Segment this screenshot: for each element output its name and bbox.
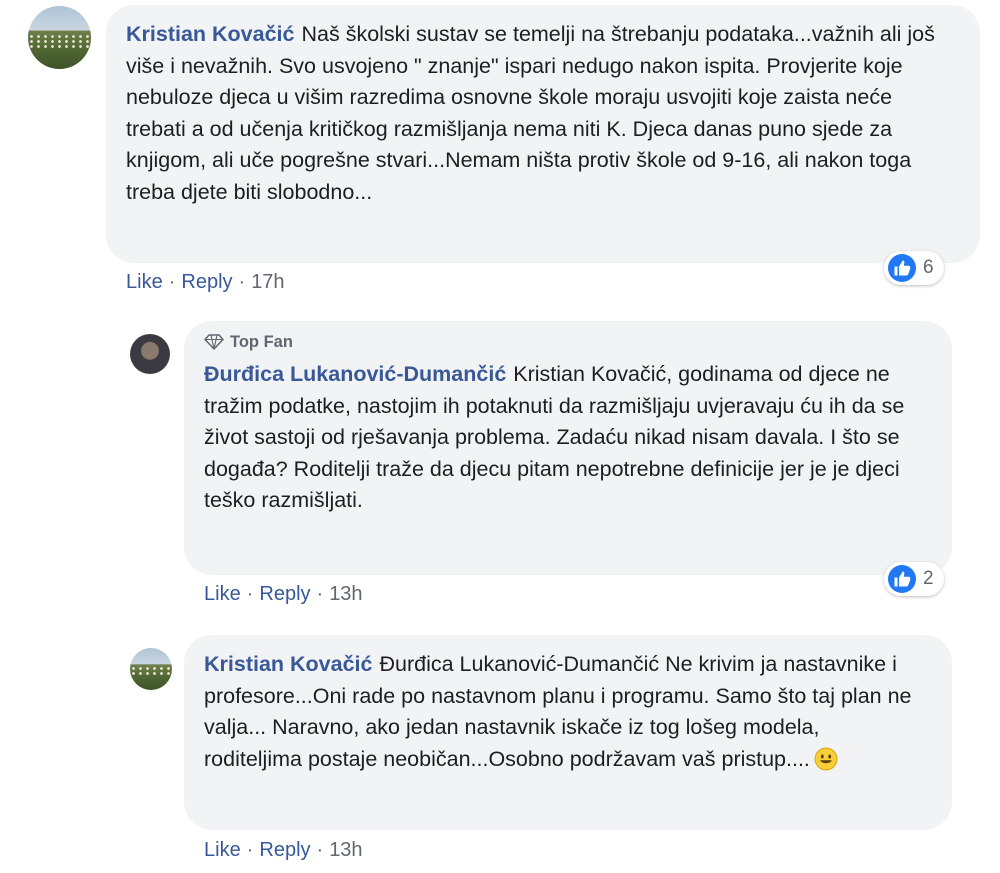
reply-button[interactable]: Reply [259,583,310,605]
comment-bubble: Kristian Kovačić Naš školski sustav se te… [106,5,980,263]
smiling-face-icon [814,747,838,781]
comment-bubble: Top Fan Đurđica Lukanović-Dumančić Kristi… [184,321,952,575]
comment-actions: Like · Reply · 13h [204,839,363,862]
comment-timestamp[interactable]: 13h [329,839,362,861]
comment-actions: Like · Reply · 17h [126,271,285,294]
like-button[interactable]: Like [204,839,241,861]
comment-actions: Like · Reply · 13h [204,583,363,606]
diamond-icon [204,334,224,350]
reply-button[interactable]: Reply [181,271,232,293]
separator: · [246,583,254,605]
comment-text: Naš školski sustav se temelji na štreban… [126,22,935,204]
reaction-summary[interactable]: 6 [884,251,944,285]
like-reaction-icon [888,254,916,282]
comment-timestamp[interactable]: 13h [329,583,362,605]
comment-bubble: Kristian Kovačić Đurđica Lukanović-Dumanč… [184,635,952,830]
comment-author[interactable]: Kristian Kovačić [204,652,372,676]
comment-author[interactable]: Đurđica Lukanović-Dumančić [204,362,506,386]
reaction-count: 2 [923,568,934,589]
separator: · [316,839,324,861]
separator: · [246,839,254,861]
avatar[interactable] [28,6,91,69]
like-reaction-icon [888,565,916,593]
comment-author[interactable]: Kristian Kovačić [126,22,294,46]
top-fan-badge: Top Fan [204,331,919,353]
reaction-summary[interactable]: 2 [884,562,944,596]
top-fan-label: Top Fan [230,333,293,351]
like-button[interactable]: Like [126,271,163,293]
separator: · [168,271,176,293]
reply-button[interactable]: Reply [259,839,310,861]
avatar[interactable] [130,648,172,690]
avatar[interactable] [130,334,170,374]
separator: · [316,583,324,605]
like-button[interactable]: Like [204,583,241,605]
separator: · [238,271,246,293]
reaction-count: 6 [923,257,934,278]
comment-timestamp[interactable]: 17h [251,271,284,293]
